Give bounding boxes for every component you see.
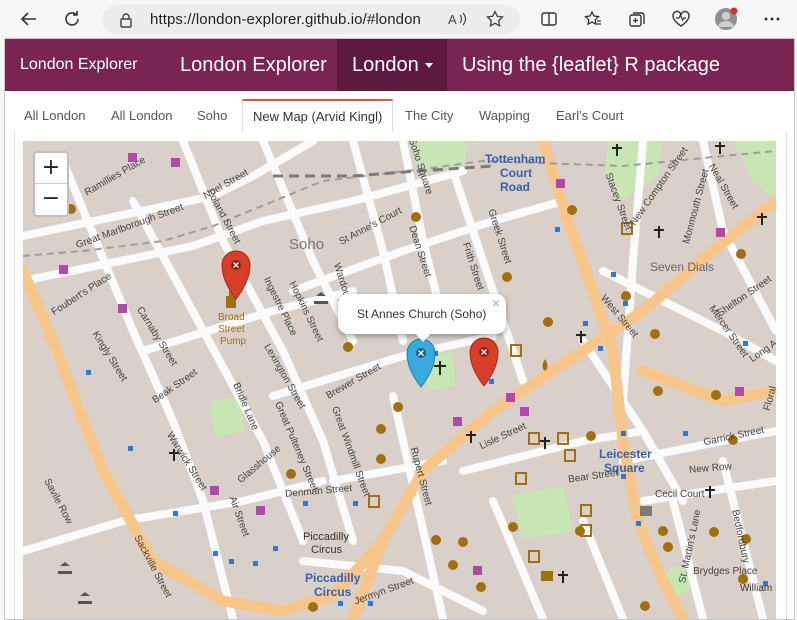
map-label-leicester-1: Leicester: [599, 447, 652, 461]
read-aloud-icon[interactable]: A: [448, 11, 468, 32]
collections-icon[interactable]: [624, 6, 650, 32]
app-navbar: London Explorer London Explorer London U…: [5, 39, 794, 91]
library-icon: [541, 571, 553, 581]
navbar-brand[interactable]: London Explorer: [20, 39, 137, 91]
map-label-william-iv: William I: [740, 583, 776, 594]
zoom-in-button[interactable]: +: [35, 153, 67, 184]
tab-earls-court[interactable]: Earl's Court: [546, 100, 634, 131]
url-text: https://london-explorer.github.io/#londo…: [150, 11, 421, 28]
map-label-broad-street-pump-3: Pump: [220, 336, 247, 347]
zoom-control: + −: [33, 151, 69, 217]
map-label-tcr-1: Tottenham: [485, 152, 546, 166]
zoom-out-button[interactable]: −: [35, 184, 67, 214]
more-menu-icon[interactable]: [759, 6, 785, 32]
tab-soho[interactable]: Soho: [187, 100, 237, 131]
caret-down-icon: [425, 63, 433, 68]
map-label-piccadilly-station-1: Piccadilly: [305, 571, 361, 585]
map-label-tcr-2: Court: [500, 166, 532, 180]
map-label-soho: Soho: [289, 236, 325, 253]
tab-the-city[interactable]: The City: [395, 100, 463, 131]
tab-all-london-2[interactable]: All London: [101, 100, 182, 131]
lock-icon: [119, 12, 133, 33]
popup-close-button[interactable]: ×: [492, 295, 500, 311]
tab-new-map[interactable]: New Map (Arvid Kingl): [242, 99, 394, 133]
map-label-piccadilly-circus-area-2: Circus: [311, 544, 343, 556]
map-label-seven-dials: Seven Dials: [650, 260, 715, 274]
profile-avatar-icon[interactable]: [713, 6, 739, 32]
map-label-broad-street-pump-1: Broad: [218, 312, 245, 323]
address-bar[interactable]: https://london-explorer.github.io/#londo…: [102, 5, 520, 34]
favorite-star-icon[interactable]: [486, 9, 504, 33]
map-label-broad-street-pump-2: Street: [218, 324, 245, 335]
svg-text:A: A: [448, 12, 457, 27]
favorites-icon[interactable]: [580, 6, 606, 32]
tab-wapping[interactable]: Wapping: [469, 100, 540, 131]
street-label: Brydges Place: [693, 566, 758, 577]
map-tabs: All London All London Soho New Map (Arvi…: [14, 99, 786, 133]
city-dropdown[interactable]: London: [337, 39, 447, 91]
popup-tip: [414, 332, 432, 342]
city-dropdown-label: London: [352, 54, 419, 76]
split-screen-icon[interactable]: [536, 6, 562, 32]
back-icon[interactable]: [16, 6, 42, 32]
library-icon: [640, 506, 652, 516]
browser-toolbar: https://london-explorer.github.io/#londo…: [0, 0, 797, 38]
popup-text: St Annes Church (Soho): [357, 307, 487, 321]
marker-popup: St Annes Church (Soho) ×: [338, 294, 506, 342]
app-frame: London Explorer London Explorer London U…: [4, 38, 795, 620]
leaflet-map[interactable]: Soho Seven Dials Leicester Square Totten…: [23, 141, 776, 619]
navbar-title[interactable]: London Explorer: [180, 39, 327, 91]
map-label-piccadilly-circus-area-1: Piccadilly: [303, 531, 349, 543]
reload-icon[interactable]: [59, 6, 85, 32]
browser-essentials-icon[interactable]: [668, 6, 694, 32]
navbar-subtitle[interactable]: Using the {leaflet} R package: [462, 39, 720, 91]
tab-all-london-1[interactable]: All London: [14, 100, 95, 131]
map-label-tcr-3: Road: [500, 180, 530, 194]
map-label-piccadilly-station-2: Circus: [314, 585, 352, 599]
street-label: Cecil Court: [655, 489, 705, 500]
